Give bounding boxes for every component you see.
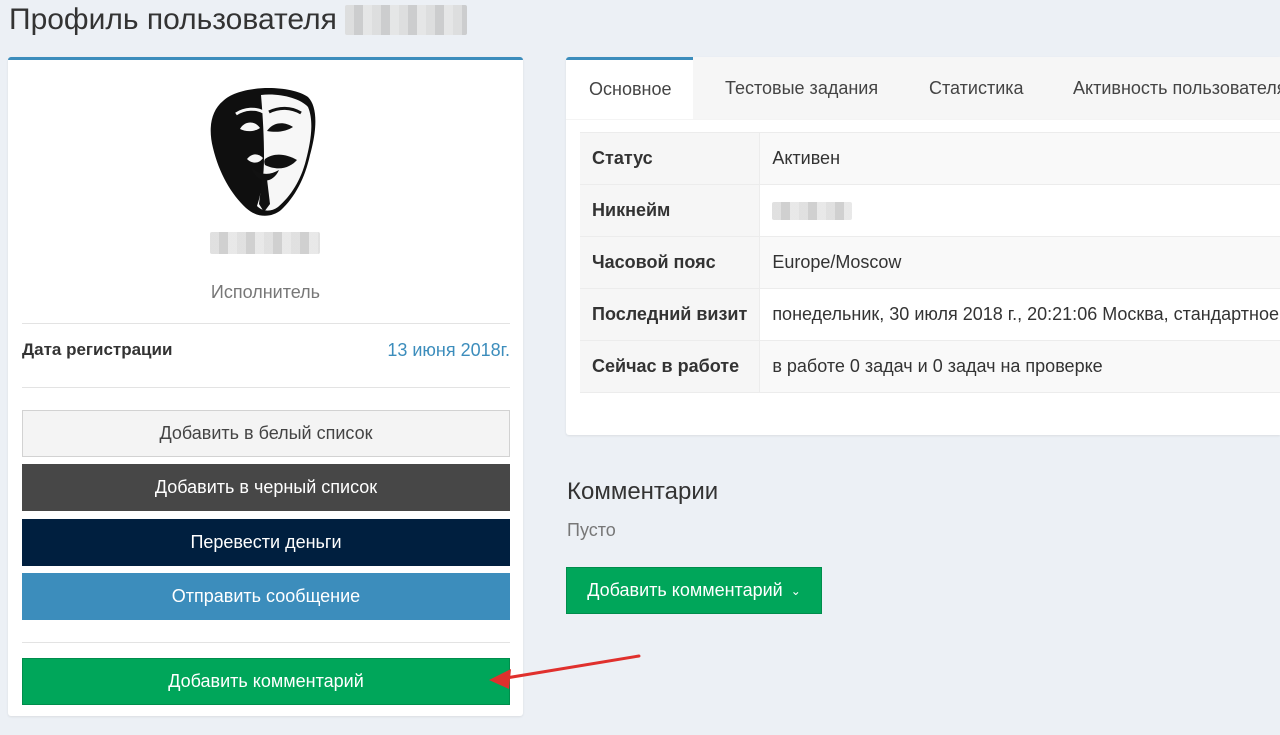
timezone-label: Часовой пояс [580, 236, 761, 289]
role-label: Исполнитель [210, 282, 321, 302]
page-title: Профиль пользователя [9, 0, 467, 40]
add-to-whitelist-button[interactable]: Добавить в белый список [22, 410, 510, 457]
last-visit-label: Последний визит [580, 288, 761, 341]
transfer-money-button[interactable]: Перевести деньги [22, 519, 510, 566]
add-to-blacklist-button[interactable]: Добавить в черный список [22, 464, 510, 511]
current-work-value: в работе 0 задач и 0 задач на проверке [759, 340, 1280, 393]
blurred-nickname [210, 232, 320, 254]
status-label: Статус [580, 132, 761, 185]
table-row: Никнейм [580, 184, 1280, 237]
blurred-nickname-value [772, 202, 853, 221]
add-comment-dropdown-label: Добавить комментарий [587, 580, 783, 600]
nickname-value [759, 184, 1280, 237]
tab-test-tasks[interactable]: Тестовые задания [725, 57, 878, 119]
divider [22, 642, 510, 643]
avatar [207, 83, 319, 217]
user-info-table: Статус Активен Никнейм Часовой пояс Euro… [580, 132, 1280, 393]
status-value: Активен [759, 132, 1280, 185]
divider [22, 387, 510, 388]
blurred-username [344, 5, 467, 35]
guy-fawkes-mask-icon [210, 88, 316, 216]
tabs-header: Основное Тестовые задания Статистика Акт… [566, 57, 1280, 120]
send-message-button[interactable]: Отправить сообщение [22, 573, 510, 620]
divider [22, 323, 510, 324]
page-title-text: Профиль пользователя [9, 3, 337, 36]
profile-tabs-box: Основное Тестовые задания Статистика Акт… [566, 57, 1280, 435]
table-row: Часовой пояс Europe/Moscow [580, 236, 1280, 289]
timezone-value: Europe/Moscow [759, 236, 1280, 289]
chevron-down-icon: ⌄ [790, 583, 801, 598]
registration-date-value: 13 июня 2018г. [387, 340, 510, 360]
tab-statistics[interactable]: Статистика [929, 57, 1024, 119]
table-row: Последний визит понедельник, 30 июля 201… [580, 288, 1280, 341]
registration-date-label: Дата регистрации [22, 340, 173, 359]
add-comment-dropdown-button[interactable]: Добавить комментарий ⌄ [566, 567, 822, 614]
comments-title: Комментарии [567, 478, 719, 505]
profile-card: Исполнитель Дата регистрации 13 июня 201… [8, 57, 523, 716]
tab-main[interactable]: Основное [566, 57, 694, 119]
table-row: Статус Активен [580, 132, 1280, 185]
comments-empty-text: Пусто [567, 520, 616, 540]
add-comment-button[interactable]: Добавить комментарий [22, 658, 510, 705]
nickname-label: Никнейм [580, 184, 761, 237]
last-visit-value: понедельник, 30 июля 2018 г., 20:21:06 М… [759, 288, 1280, 341]
current-work-label: Сейчас в работе [580, 340, 761, 393]
tab-user-activity[interactable]: Активность пользователя [1073, 57, 1280, 119]
table-row: Сейчас в работе в работе 0 задач и 0 зад… [580, 340, 1280, 393]
